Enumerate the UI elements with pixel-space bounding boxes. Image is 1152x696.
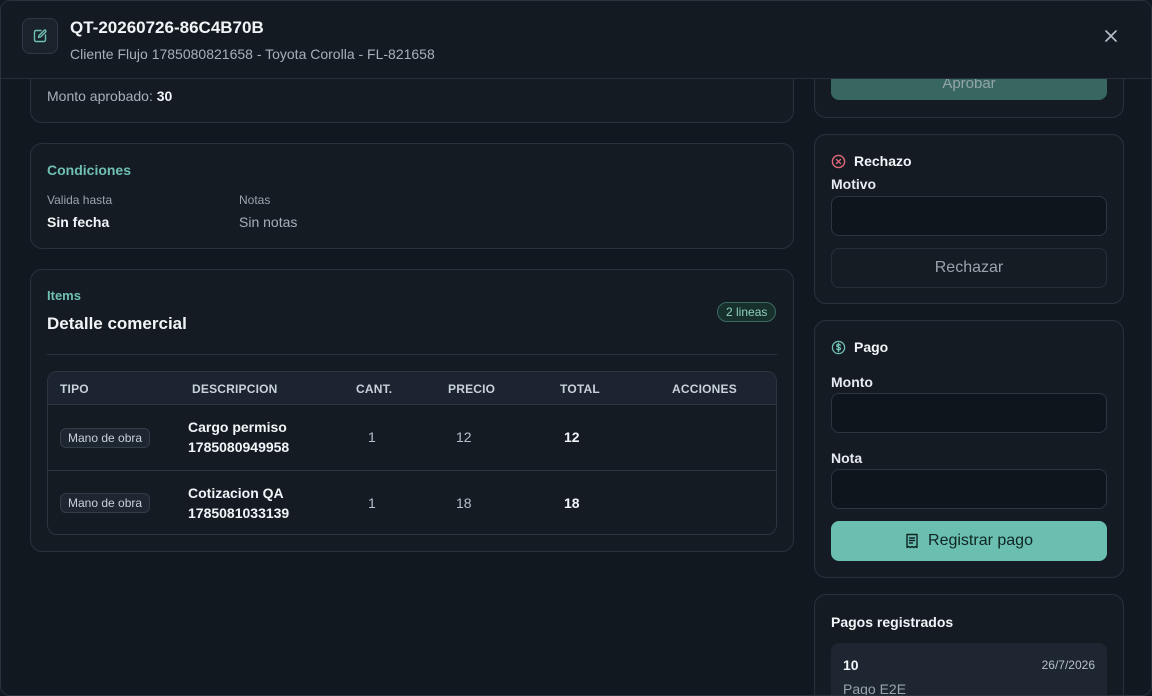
item-type-tag: Mano de obra [60,493,151,513]
receipt-icon [906,533,918,549]
payments-list-card: Pagos registrados 10 26/7/2026 Pago E2E [814,594,1124,696]
quote-detail-modal: QT-20260726-86C4B70B Cliente Flujo 17850… [0,0,1152,696]
item-price: 18 [456,495,472,511]
register-payment-label: Registrar pago [928,532,1033,549]
column-header-actions: ACCIONES [672,382,737,396]
item-qty: 1 [368,429,376,445]
approved-amount-label: Monto aprobado: [47,88,153,104]
item-description-line: 1785081033139 [188,505,290,521]
note-label: Nota [831,450,863,466]
dollar-circle-icon [831,340,846,354]
notes-value: Sin notas [239,214,298,230]
reason-label: Motivo [831,176,877,192]
item-description: Cotizacion QA 1785081033139 [188,483,289,523]
edit-document-icon [22,18,58,54]
payment-list-item: 10 26/7/2026 Pago E2E [831,643,1107,696]
column-header-qty: CANT. [356,382,393,396]
page-title: QT-20260726-86C4B70B [70,18,264,37]
item-type-tag: Mano de obra [60,428,151,448]
reject-heading: Rechazo [831,153,912,169]
reject-card: Rechazo Motivo Rechazar [814,134,1124,304]
items-table: TIPO DESCRIPCION CANT. PRECIO TOTAL ACCI… [47,371,777,535]
close-icon [1105,30,1117,42]
x-circle-icon [831,154,846,168]
payment-card: Pago Monto Nota Registrar pago [814,320,1124,578]
item-qty: 1 [368,495,376,511]
item-description-line: 1785080949958 [188,439,290,455]
conditions-card: Condiciones Valida hasta Sin fecha Notas… [30,143,794,249]
amount-input[interactable] [831,393,1107,433]
item-price: 12 [456,429,472,445]
item-description-line: Cotizacion QA [188,485,284,501]
payment-date: 26/7/2026 [1041,658,1095,672]
payments-list-title: Pagos registrados [831,614,954,630]
table-row: Mano de obra Cargo permiso 1785080949958… [48,405,776,470]
payment-heading: Pago [831,339,888,355]
column-header-description: DESCRIPCION [192,382,278,396]
table-row: Mano de obra Cotizacion QA 1785081033139… [48,470,776,534]
valid-until-value: Sin fecha [47,214,110,230]
items-title: Detalle comercial [47,314,187,333]
items-card: Items Detalle comercial 2 lineas TIPO DE… [30,269,794,552]
item-description-line: Cargo permiso [188,419,287,435]
item-total: 12 [564,429,580,445]
divider [47,354,777,355]
modal-header: QT-20260726-86C4B70B Cliente Flujo 17850… [1,1,1151,79]
items-kicker: Items [47,288,81,303]
column-header-price: PRECIO [448,382,496,396]
item-total: 18 [564,495,580,511]
note-input[interactable] [831,469,1107,509]
reason-input[interactable] [831,196,1107,236]
amount-label: Monto [831,374,873,390]
close-button[interactable] [1101,26,1121,46]
reject-title: Rechazo [854,153,912,169]
register-payment-button[interactable]: Registrar pago [831,521,1107,561]
conditions-title: Condiciones [47,162,132,178]
page-subtitle: Cliente Flujo 1785080821658 - Toyota Cor… [70,46,435,62]
payment-title: Pago [854,339,889,355]
column-header-type: TIPO [60,382,89,396]
line-count-badge: 2 lineas [717,302,777,322]
payment-amount: 10 [843,657,859,673]
column-header-total: TOTAL [560,382,600,396]
item-description: Cargo permiso 1785080949958 [188,417,289,457]
approved-amount: Monto aprobado: 30 [47,88,172,104]
reject-button[interactable]: Rechazar [831,248,1107,288]
table-header: TIPO DESCRIPCION CANT. PRECIO TOTAL ACCI… [48,372,776,405]
payment-note: Pago E2E [843,681,907,696]
approved-amount-value: 30 [156,88,173,104]
valid-until-label: Valida hasta [47,193,113,207]
notes-label: Notas [239,193,271,207]
